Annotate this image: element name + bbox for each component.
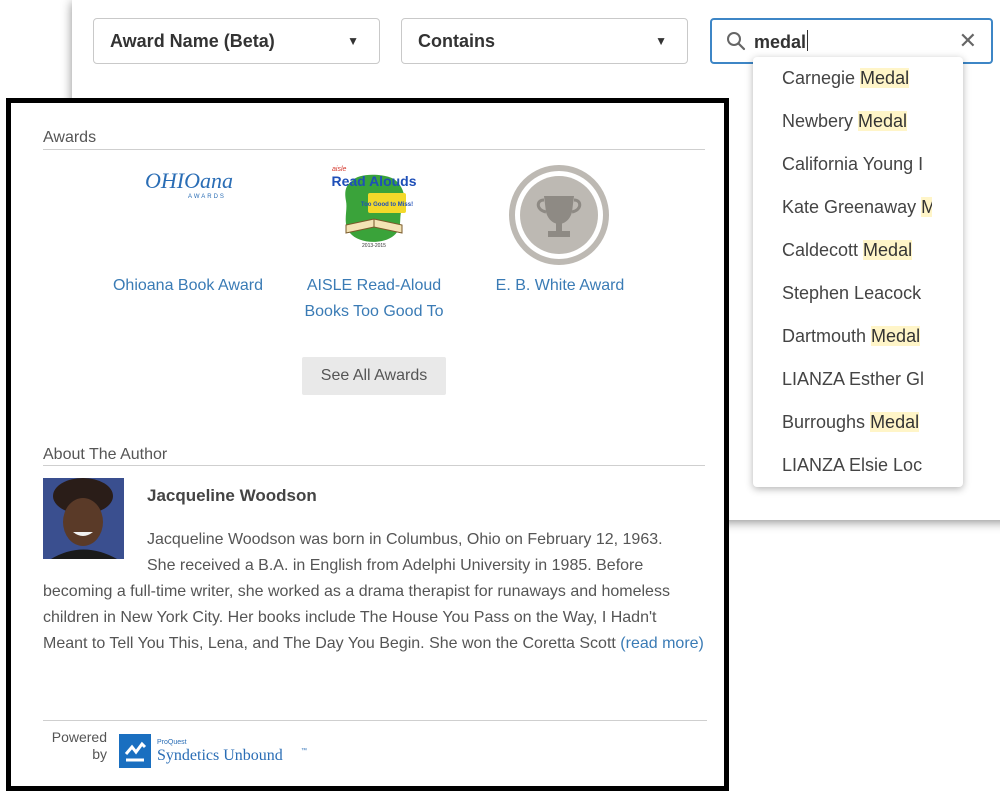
powered-line2: by: [92, 746, 107, 762]
ohioana-logo-subtext: AWARDS: [188, 194, 226, 200]
brand-small-text: ProQuest: [157, 739, 187, 746]
author-bio: Jacqueline Woodson was born in Columbus,…: [43, 527, 705, 657]
suggestion-item[interactable]: Kate Greenaway M: [782, 194, 932, 220]
chevron-down-icon: ▼: [655, 34, 667, 48]
suggestion-text: Dartmouth: [782, 326, 872, 346]
suggestion-text: Newbery: [782, 111, 859, 131]
bio-line: Jacqueline Woodson was born in Columbus,…: [147, 531, 663, 548]
divider: [43, 720, 707, 721]
suggestion-item[interactable]: California Young I: [782, 151, 932, 177]
bio-line: She received a B.A. in English from Adel…: [147, 557, 644, 574]
ohioana-logo[interactable]: OHIOana AWARDS: [111, 167, 267, 207]
suggestion-text: Burroughs: [782, 412, 871, 432]
suggestion-item[interactable]: Stephen Leacock: [782, 280, 932, 306]
suggestion-match: M: [921, 197, 932, 217]
suggestion-match: Medal: [858, 111, 908, 131]
awards-section-title: Awards: [43, 129, 97, 146]
suggestion-text: LIANZA Elsie Loc: [782, 455, 923, 475]
aisle-read-alouds-logo[interactable]: aisle Read Alouds Too Good to Miss! 2013…: [328, 163, 420, 255]
read-more-link[interactable]: (read more): [620, 635, 704, 652]
aisle-logo-years: 2013-2015: [362, 243, 386, 249]
author-name: Jacqueline Woodson: [147, 486, 317, 505]
suggestion-text: Caldecott: [782, 240, 864, 260]
suggestion-item[interactable]: Burroughs Medal: [782, 409, 932, 435]
suggestion-match: Medal: [863, 240, 913, 260]
suggestion-item[interactable]: Newbery Medal: [782, 108, 932, 134]
brand-text: Syndetics Unbound: [157, 747, 283, 764]
close-icon[interactable]: ✕: [959, 28, 977, 54]
award-link-aisle-line1: AISLE Read-Aloud: [306, 277, 442, 294]
search-icon: [726, 31, 746, 56]
syndetics-logo[interactable]: ProQuest Syndetics Unbound ™: [119, 730, 309, 772]
award-link-eb-white[interactable]: E. B. White Award: [480, 273, 640, 299]
aisle-small-text: aisle: [332, 166, 347, 173]
brand-trademark: ™: [301, 747, 307, 754]
suggestion-item[interactable]: LIANZA Esther Gl: [782, 366, 932, 392]
award-link-aisle-line2: Books Too Good To: [304, 303, 444, 320]
suggestion-text: Kate Greenaway: [782, 197, 922, 217]
search-query-text: medal: [754, 32, 807, 52]
see-all-awards-button[interactable]: See All Awards: [302, 357, 446, 395]
suggestion-match: Medal: [860, 68, 910, 88]
aisle-logo-title: Read Alouds: [331, 173, 416, 189]
author-section-title: About The Author: [43, 446, 168, 463]
suggestion-text: Stephen Leacock: [782, 283, 922, 303]
chevron-down-icon: ▼: [347, 34, 359, 48]
suggestion-text: Carnegie: [782, 68, 861, 88]
suggestion-match: Medal: [870, 412, 920, 432]
award-link-ohioana[interactable]: Ohioana Book Award: [108, 273, 268, 299]
divider: [43, 149, 705, 150]
field-select-value: Award Name (Beta): [110, 30, 275, 51]
suggestion-item[interactable]: Dartmouth Medal: [782, 323, 932, 349]
awards-card: Awards OHIOana AWARDS aisle Read Alouds …: [6, 98, 729, 791]
operator-select-value: Contains: [418, 30, 496, 51]
award-link-aisle[interactable]: AISLE Read-Aloud Books Too Good To: [294, 273, 454, 325]
suggestion-text: LIANZA Esther Gl: [782, 369, 925, 389]
suggestion-dropdown: Carnegie Medal Newbery Medal California …: [753, 57, 963, 487]
aisle-logo-tagline: Too Good to Miss!: [361, 202, 413, 208]
trophy-icon[interactable]: [508, 164, 610, 266]
suggestion-match: Medal: [871, 326, 921, 346]
suggestion-item[interactable]: Carnegie Medal: [782, 65, 932, 91]
operator-select[interactable]: Contains ▼: [401, 18, 688, 64]
field-select[interactable]: Award Name (Beta) ▼: [93, 18, 380, 64]
powered-by-label: Powered by: [43, 729, 107, 763]
ohioana-logo-text: OHIOana: [145, 168, 233, 193]
bio-text: becoming a full-time writer, she worked …: [43, 583, 670, 652]
suggestion-item[interactable]: Caldecott Medal: [782, 237, 932, 263]
powered-line1: Powered: [51, 729, 107, 745]
divider: [43, 465, 705, 466]
suggestion-item[interactable]: LIANZA Elsie Loc: [782, 452, 932, 478]
suggestion-text: California Young I: [782, 154, 924, 174]
